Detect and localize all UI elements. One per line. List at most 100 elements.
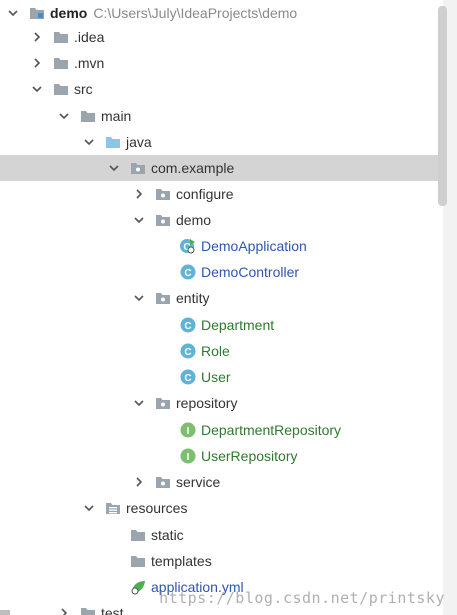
project-name: demo bbox=[50, 5, 88, 21]
tree-row-user[interactable]: C User bbox=[0, 364, 440, 390]
svg-text:I: I bbox=[187, 452, 190, 463]
horizontal-scrollbar-thumb[interactable] bbox=[0, 610, 10, 615]
svg-text:I: I bbox=[187, 426, 190, 437]
tree-row-user-repository[interactable]: I UserRepository bbox=[0, 443, 440, 469]
svg-text:C: C bbox=[184, 321, 191, 332]
folder-icon bbox=[79, 107, 97, 125]
tree-label: templates bbox=[151, 553, 212, 569]
chevron-right-icon[interactable] bbox=[130, 185, 148, 203]
tree-row-com-example[interactable]: com.example bbox=[0, 155, 448, 181]
folder-icon bbox=[52, 54, 70, 72]
spring-boot-class-icon: C bbox=[179, 237, 197, 255]
package-icon bbox=[154, 185, 172, 203]
tree-row-demo-controller[interactable]: C DemoController bbox=[0, 259, 440, 285]
tree-label: main bbox=[101, 108, 132, 124]
tree-label: java bbox=[126, 134, 152, 150]
package-icon bbox=[154, 211, 172, 229]
chevron-down-icon[interactable] bbox=[80, 133, 98, 151]
spring-leaf-icon bbox=[129, 578, 147, 596]
tree-label: .idea bbox=[74, 29, 105, 45]
tree-label: DemoController bbox=[201, 264, 300, 280]
chevron-down-icon[interactable] bbox=[130, 394, 148, 412]
chevron-down-icon[interactable] bbox=[105, 159, 123, 177]
tree-row-main[interactable]: main bbox=[0, 103, 440, 129]
tree-label: configure bbox=[176, 186, 234, 202]
tree-label: UserRepository bbox=[201, 448, 298, 464]
chevron-down-icon[interactable] bbox=[130, 211, 148, 229]
tree-row-configure[interactable]: configure bbox=[0, 181, 440, 207]
tree-row-project-root[interactable]: demo C:\Users\July\IdeaProjects\demo bbox=[0, 0, 440, 26]
tree-label: service bbox=[176, 474, 221, 490]
interface-icon: I bbox=[179, 421, 197, 439]
tree-label: Department bbox=[201, 317, 275, 333]
chevron-down-icon[interactable] bbox=[130, 289, 148, 307]
class-icon: C bbox=[179, 263, 197, 281]
chevron-right-icon[interactable] bbox=[28, 28, 46, 46]
tree-label: DemoApplication bbox=[201, 238, 307, 254]
package-icon bbox=[154, 473, 172, 491]
class-icon: C bbox=[179, 342, 197, 360]
class-icon: C bbox=[179, 316, 197, 334]
package-icon bbox=[154, 289, 172, 307]
tree-row-demo-package[interactable]: demo bbox=[0, 207, 440, 233]
class-icon: C bbox=[179, 368, 197, 386]
tree-label: src bbox=[74, 81, 93, 97]
tree-row-templates[interactable]: templates bbox=[0, 548, 440, 574]
tree-row-src[interactable]: src bbox=[0, 76, 440, 102]
tree-row-mvn[interactable]: .mvn bbox=[0, 50, 440, 76]
package-icon bbox=[129, 159, 147, 177]
folder-icon bbox=[52, 28, 70, 46]
tree-label: DepartmentRepository bbox=[201, 422, 342, 438]
tree-label: test bbox=[101, 605, 124, 615]
tree-label: demo bbox=[176, 212, 212, 228]
chevron-down-icon[interactable] bbox=[80, 499, 98, 517]
tree-label: resources bbox=[126, 500, 188, 516]
tree-row-role[interactable]: C Role bbox=[0, 338, 440, 364]
tree-label: com.example bbox=[151, 160, 235, 176]
tree-row-department[interactable]: C Department bbox=[0, 312, 440, 338]
svg-text:C: C bbox=[184, 268, 191, 279]
chevron-right-icon[interactable] bbox=[130, 473, 148, 491]
folder-icon bbox=[129, 526, 147, 544]
tree-row-resources[interactable]: resources bbox=[0, 495, 440, 521]
project-module-icon bbox=[28, 4, 46, 22]
chevron-down-icon[interactable] bbox=[55, 107, 73, 125]
tree-label: entity bbox=[176, 290, 210, 306]
tree-row-entity[interactable]: entity bbox=[0, 285, 440, 311]
watermark-text: https://blog.csdn.net/printsky bbox=[159, 589, 445, 607]
tree-label: repository bbox=[176, 395, 238, 411]
package-icon bbox=[154, 394, 172, 412]
svg-text:C: C bbox=[184, 347, 191, 358]
tree-row-java[interactable]: java bbox=[0, 129, 440, 155]
tree-row-repository[interactable]: repository bbox=[0, 390, 440, 416]
project-tree: demo C:\Users\July\IdeaProjects\demo .id… bbox=[0, 0, 457, 615]
chevron-down-icon[interactable] bbox=[4, 4, 22, 22]
chevron-right-icon[interactable] bbox=[55, 604, 73, 615]
folder-icon bbox=[129, 552, 147, 570]
tree-row-static[interactable]: static bbox=[0, 522, 440, 548]
tree-label: .mvn bbox=[74, 55, 105, 71]
tree-row-service[interactable]: service bbox=[0, 469, 440, 495]
tree-row-department-repository[interactable]: I DepartmentRepository bbox=[0, 417, 440, 443]
source-folder-icon bbox=[104, 133, 122, 151]
tree-label: Role bbox=[201, 343, 230, 359]
chevron-down-icon[interactable] bbox=[28, 80, 46, 98]
vertical-scrollbar-thumb[interactable] bbox=[438, 6, 447, 206]
tree-label: User bbox=[201, 369, 231, 385]
folder-icon bbox=[79, 604, 97, 615]
tree-row-demo-application[interactable]: C DemoApplication bbox=[0, 233, 440, 259]
tree-row-idea[interactable]: .idea bbox=[0, 24, 440, 50]
tree-label: static bbox=[151, 527, 184, 543]
folder-icon bbox=[52, 80, 70, 98]
chevron-right-icon[interactable] bbox=[28, 54, 46, 72]
project-path: C:\Users\July\IdeaProjects\demo bbox=[93, 5, 298, 21]
